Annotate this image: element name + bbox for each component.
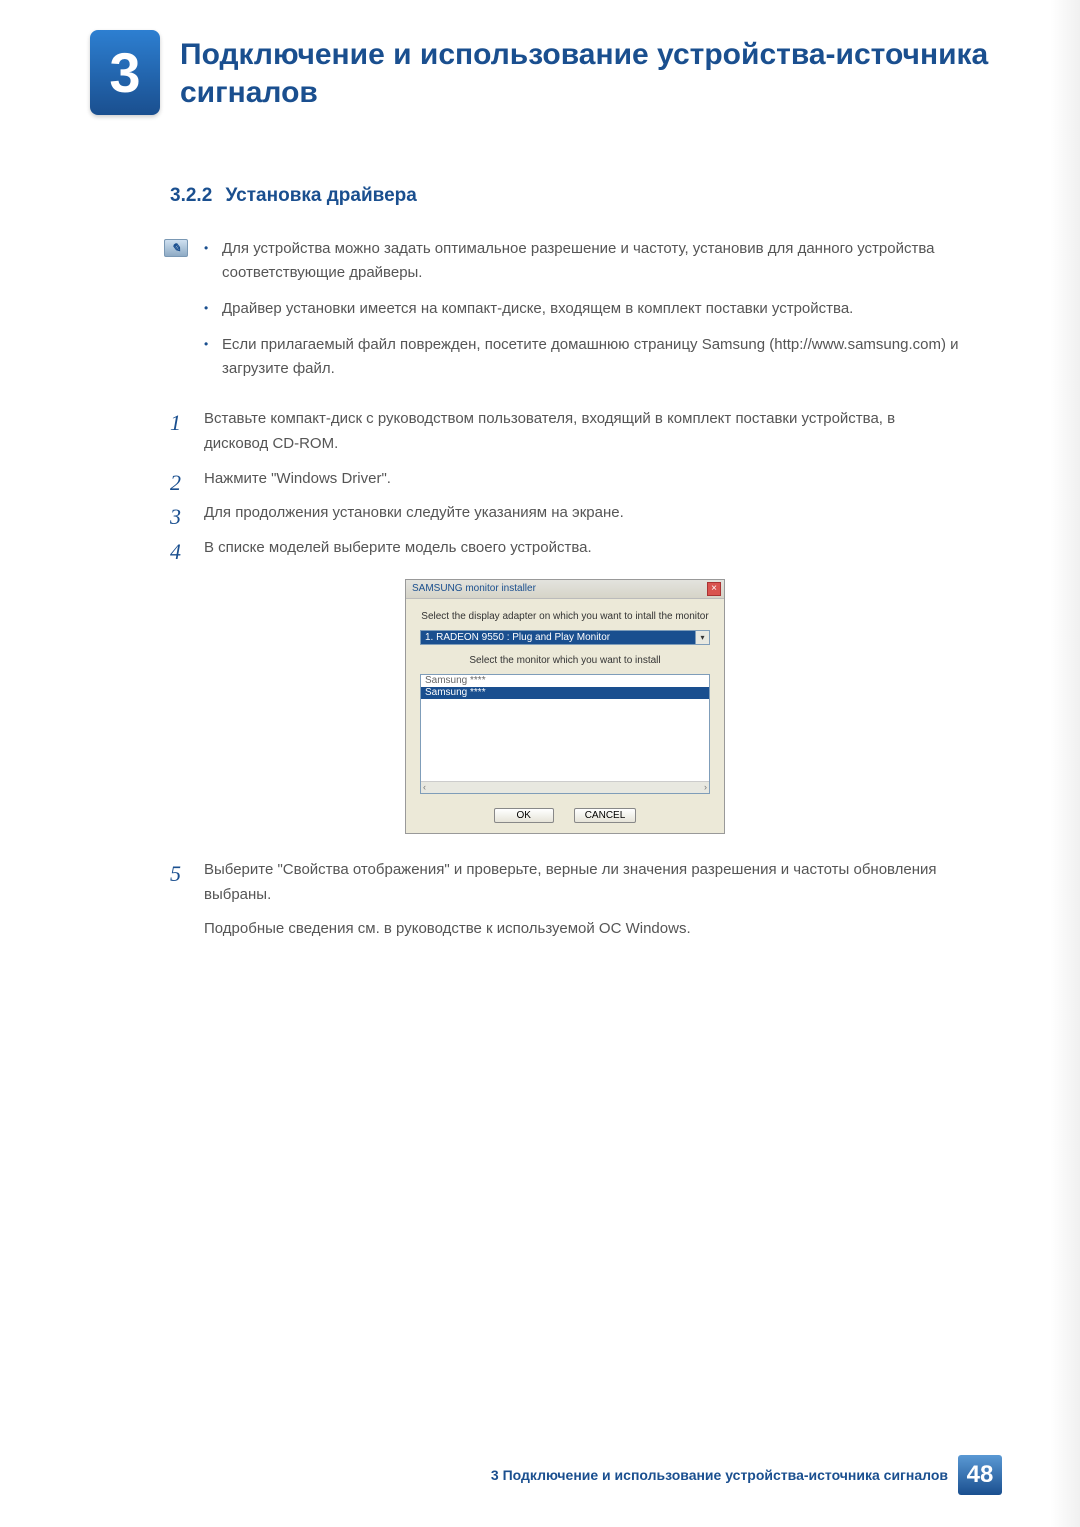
chevron-down-icon[interactable]: ▾: [695, 631, 709, 644]
note-list: Для устройства можно задать оптимальное …: [170, 237, 960, 381]
step-list: 1 Вставьте компакт-диск с руководством п…: [170, 407, 960, 561]
footer-text: 3 Подключение и использование устройства…: [491, 1467, 948, 1483]
page-footer: 3 Подключение и использование устройства…: [0, 1455, 1080, 1495]
note-block: ✎ Для устройства можно задать оптимально…: [170, 237, 960, 381]
dialog-monitor-label: Select the monitor which you want to ins…: [420, 655, 710, 666]
document-page: 3 Подключение и использование устройства…: [0, 0, 1080, 1527]
step-number: 1: [170, 405, 181, 441]
dialog-body: Select the display adapter on which you …: [406, 599, 724, 833]
note-icon: ✎: [164, 239, 188, 257]
chapter-title: Подключение и использование устройства-и…: [180, 36, 990, 111]
step-text: Вставьте компакт-диск с руководством пол…: [204, 410, 895, 452]
step-list-continued: 5 Выберите "Свойства отображения" и пров…: [170, 858, 960, 908]
dialog-buttons: OK CANCEL: [420, 808, 710, 823]
step-5: 5 Выберите "Свойства отображения" и пров…: [170, 858, 960, 908]
step-2: 2 Нажмите "Windows Driver".: [170, 467, 960, 492]
monitor-listbox[interactable]: Samsung **** Samsung **** ‹ ›: [420, 674, 710, 794]
display-adapter-select[interactable]: 1. RADEON 9550 : Plug and Play Monitor ▾: [420, 630, 710, 645]
step-number: 3: [170, 499, 181, 535]
section-heading: 3.2.2 Установка драйвера: [170, 185, 960, 207]
step-text: В списке моделей выберите модель своего …: [204, 539, 592, 556]
step-1: 1 Вставьте компакт-диск с руководством п…: [170, 407, 960, 457]
step-3: 3 Для продолжения установки следуйте ука…: [170, 501, 960, 526]
installer-dialog: SAMSUNG monitor installer × Select the d…: [405, 579, 725, 834]
chapter-number-badge: 3: [90, 30, 160, 115]
list-item[interactable]: Samsung ****: [421, 687, 709, 699]
step-5-extra: Подробные сведения см. в руководстве к и…: [170, 917, 960, 942]
chapter-number: 3: [109, 40, 140, 105]
step-number: 5: [170, 856, 181, 892]
section-number: 3.2.2: [170, 185, 212, 206]
dialog-title: SAMSUNG monitor installer: [412, 583, 536, 594]
step-4: 4 В списке моделей выберите модель своег…: [170, 536, 960, 561]
note-item: Если прилагаемый файл поврежден, посетит…: [222, 333, 960, 381]
note-item: Драйвер установки имеется на компакт-дис…: [222, 297, 960, 321]
horizontal-scrollbar[interactable]: ‹ ›: [421, 781, 709, 793]
step-number: 4: [170, 534, 181, 570]
dialog-adapter-label: Select the display adapter on which you …: [420, 611, 710, 622]
chapter-header: 3 Подключение и использование устройства…: [0, 0, 1080, 115]
scroll-left-icon[interactable]: ‹: [423, 782, 426, 792]
step-text: Выберите "Свойства отображения" и провер…: [204, 861, 937, 903]
step-number: 2: [170, 465, 181, 501]
page-number: 48: [958, 1455, 1002, 1495]
content-area: 3.2.2 Установка драйвера ✎ Для устройств…: [0, 115, 1080, 942]
dialog-titlebar: SAMSUNG monitor installer ×: [406, 580, 724, 599]
step-text: Нажмите "Windows Driver".: [204, 470, 391, 487]
note-item: Для устройства можно задать оптимальное …: [222, 237, 960, 285]
installer-dialog-figure: SAMSUNG monitor installer × Select the d…: [405, 579, 725, 834]
scroll-right-icon[interactable]: ›: [704, 782, 707, 792]
section-title: Установка драйвера: [226, 185, 417, 206]
ok-button[interactable]: OK: [494, 808, 554, 823]
close-icon[interactable]: ×: [707, 582, 721, 596]
adapter-selected-text: 1. RADEON 9550 : Plug and Play Monitor: [421, 631, 695, 644]
cancel-button[interactable]: CANCEL: [574, 808, 637, 823]
step-text: Для продолжения установки следуйте указа…: [204, 504, 624, 521]
list-item[interactable]: Samsung ****: [421, 675, 709, 687]
